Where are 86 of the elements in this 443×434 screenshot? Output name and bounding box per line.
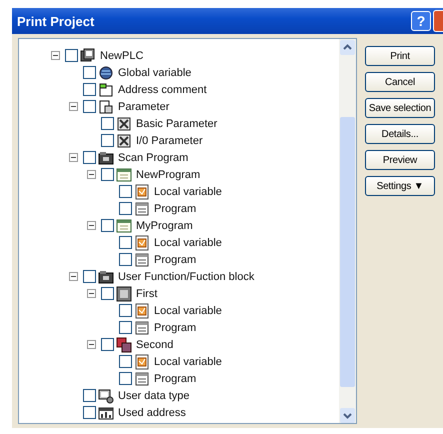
- comment-icon: [98, 82, 114, 98]
- tree-item-label[interactable]: Address comment: [118, 84, 207, 96]
- tree-item-label[interactable]: Local variable: [154, 304, 222, 316]
- folder-icon: [98, 150, 114, 166]
- expander-icon[interactable]: [51, 51, 60, 60]
- parameter-icon: [98, 98, 114, 114]
- program-block-icon: [116, 166, 132, 182]
- tree-item-label[interactable]: MyProgram: [136, 220, 193, 232]
- scroll-down-icon[interactable]: [340, 408, 355, 423]
- expander-icon[interactable]: [87, 170, 96, 179]
- variable-icon: [134, 234, 150, 250]
- listing-icon: [134, 200, 150, 216]
- scroll-up-icon[interactable]: [340, 40, 355, 55]
- tree-item-label[interactable]: Local variable: [154, 236, 222, 248]
- checkbox[interactable]: [83, 389, 96, 402]
- function-icon: [116, 286, 132, 302]
- expander-icon[interactable]: [87, 340, 96, 349]
- tree-item-label[interactable]: NewPLC: [100, 50, 144, 62]
- checkbox[interactable]: [119, 236, 132, 249]
- checkbox[interactable]: [119, 253, 132, 266]
- function-block-icon: [116, 336, 132, 352]
- checkbox[interactable]: [65, 49, 78, 62]
- dialog-button[interactable]: Preview: [365, 150, 435, 170]
- close-button[interactable]: [433, 10, 443, 32]
- expander-icon[interactable]: [69, 153, 78, 162]
- help-button[interactable]: ?: [411, 11, 431, 31]
- tree-item-label[interactable]: Global variable: [118, 66, 192, 78]
- tree-item-label[interactable]: Parameter: [118, 100, 170, 112]
- tree-item-label[interactable]: Program: [154, 372, 196, 384]
- dialog-button[interactable]: Print: [365, 46, 435, 66]
- expander-icon[interactable]: [69, 102, 78, 111]
- dialog-button[interactable]: Settings ▼: [365, 176, 435, 196]
- expander-icon[interactable]: [87, 289, 96, 298]
- checkbox[interactable]: [83, 270, 96, 283]
- program-block-icon: [116, 218, 132, 234]
- tree-item-label[interactable]: Used address: [118, 406, 186, 418]
- param-item-icon: [116, 116, 132, 132]
- checkbox[interactable]: [101, 168, 114, 181]
- expander-icon[interactable]: [69, 272, 78, 281]
- tree-item-label[interactable]: Local variable: [154, 356, 222, 368]
- variable-icon: [134, 184, 150, 200]
- checkbox[interactable]: [83, 406, 96, 419]
- tree-item-label[interactable]: I/0 Parameter: [136, 134, 203, 146]
- checkbox[interactable]: [119, 372, 132, 385]
- expander-icon[interactable]: [87, 221, 96, 230]
- checkbox[interactable]: [119, 355, 132, 368]
- tree-item-label[interactable]: Basic Parameter: [136, 118, 218, 130]
- tree-item-label[interactable]: Program: [154, 254, 196, 266]
- window-title: Print Project: [17, 14, 96, 28]
- tree-item-label[interactable]: NewProgram: [136, 168, 200, 180]
- tree-item-label[interactable]: Program: [154, 322, 196, 334]
- variable-icon: [134, 302, 150, 318]
- listing-icon: [134, 252, 150, 268]
- tree-item-label[interactable]: User data type: [118, 390, 190, 402]
- checkbox[interactable]: [83, 151, 96, 164]
- tree-item-label[interactable]: First: [136, 288, 158, 300]
- checkbox[interactable]: [101, 338, 114, 351]
- checkbox[interactable]: [119, 321, 132, 334]
- variable-icon: [134, 354, 150, 370]
- tree-item-label[interactable]: Program: [154, 202, 196, 214]
- tree-item-label[interactable]: Second: [136, 338, 174, 350]
- dialog-button[interactable]: Cancel: [365, 72, 435, 92]
- checkbox[interactable]: [101, 117, 114, 130]
- data-type-icon: [98, 388, 114, 404]
- folder-icon: [98, 268, 114, 284]
- checkbox[interactable]: [83, 66, 96, 79]
- checkbox[interactable]: [101, 219, 114, 232]
- scrollbar[interactable]: [339, 39, 356, 423]
- listing-icon: [134, 370, 150, 386]
- tree-item-label[interactable]: User Function/Fuction block: [118, 270, 254, 282]
- globe-icon: [98, 64, 114, 80]
- checkbox[interactable]: [119, 202, 132, 215]
- checkbox[interactable]: [119, 304, 132, 317]
- param-item-icon: [116, 132, 132, 148]
- checkbox[interactable]: [101, 287, 114, 300]
- checkbox[interactable]: [101, 134, 114, 147]
- plc-icon: [80, 48, 96, 64]
- checkbox[interactable]: [119, 185, 132, 198]
- checkbox[interactable]: [83, 100, 96, 113]
- checkbox[interactable]: [83, 83, 96, 96]
- address-icon: [98, 404, 114, 420]
- tree-item-label[interactable]: Scan Program: [118, 152, 188, 164]
- dialog-button[interactable]: Details...: [365, 124, 435, 144]
- dialog-button[interactable]: Save selection: [365, 98, 435, 118]
- listing-icon: [134, 320, 150, 336]
- tree-item-label[interactable]: Local variable: [154, 186, 222, 198]
